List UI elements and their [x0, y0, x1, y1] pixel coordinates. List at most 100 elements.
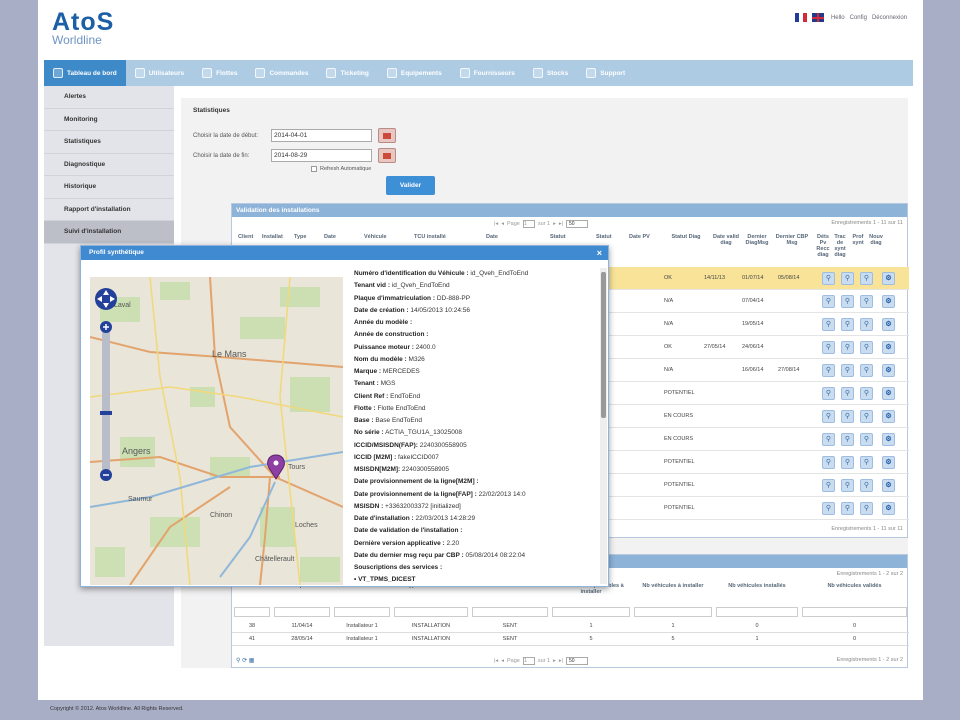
calendar-icon[interactable]	[378, 128, 396, 143]
uk-flag-icon[interactable]	[811, 13, 824, 22]
detail-search-icon[interactable]: ⚲	[822, 341, 835, 354]
trace-search-icon[interactable]: ⚲	[841, 295, 854, 308]
table-icon[interactable]: ▦	[249, 658, 255, 664]
start-date-input[interactable]: 2014-04-01	[271, 129, 372, 142]
first-page-icon[interactable]: |◂	[494, 221, 498, 227]
detail-search-icon[interactable]: ⚲	[822, 318, 835, 331]
trace-search-icon[interactable]: ⚲	[841, 433, 854, 446]
nav-item-tableau-de-bord[interactable]: Tableau de bord	[44, 60, 126, 86]
column-header[interactable]: Statut Diag	[669, 234, 703, 240]
column-header[interactable]: Date	[486, 234, 498, 240]
atos-worldline-logo[interactable]: AtoS Worldline	[52, 10, 114, 47]
detail-search-icon[interactable]: ⚲	[822, 433, 835, 446]
profile-search-icon[interactable]: ⚲	[860, 341, 873, 354]
rows-per-page-select[interactable]: 50	[566, 657, 589, 665]
new-diag-gear-icon[interactable]: ⚙	[882, 502, 895, 515]
column-header[interactable]: Statut	[596, 234, 612, 240]
column-header[interactable]: TCU installé	[414, 234, 446, 240]
column-header[interactable]: Dernier DiagMsg	[740, 234, 774, 246]
rows-per-page-select[interactable]: 50	[566, 220, 589, 228]
nav-item-fournisseurs[interactable]: Fournisseurs	[451, 60, 524, 86]
new-diag-gear-icon[interactable]: ⚙	[882, 364, 895, 377]
new-diag-gear-icon[interactable]: ⚙	[882, 318, 895, 331]
column-header[interactable]: Installat	[262, 234, 283, 240]
trace-search-icon[interactable]: ⚲	[841, 272, 854, 285]
filter-input[interactable]	[394, 607, 468, 617]
nav-item-stocks[interactable]: Stocks	[524, 60, 577, 86]
column-header[interactable]: Déts Pv Recc diag	[815, 234, 831, 258]
profile-search-icon[interactable]: ⚲	[860, 272, 873, 285]
column-header[interactable]: Nb véhicules validés	[800, 583, 909, 589]
trace-search-icon[interactable]: ⚲	[841, 387, 854, 400]
column-header[interactable]: Type	[294, 234, 306, 240]
new-diag-gear-icon[interactable]: ⚙	[882, 341, 895, 354]
filter-input[interactable]	[634, 607, 712, 617]
nav-item-flottes[interactable]: Flottes	[193, 60, 246, 86]
trace-search-icon[interactable]: ⚲	[841, 456, 854, 469]
detail-search-icon[interactable]: ⚲	[822, 364, 835, 377]
nav-item-equipements[interactable]: Equipements	[378, 60, 451, 86]
detail-search-icon[interactable]: ⚲	[822, 410, 835, 423]
profile-search-icon[interactable]: ⚲	[860, 479, 873, 492]
sidebar-item[interactable]: Alertes	[44, 86, 174, 109]
detail-search-icon[interactable]: ⚲	[822, 272, 835, 285]
last-page-icon[interactable]: ▸|	[559, 658, 563, 664]
table-row[interactable]: 41 28/05/14 Installateur 1 INSTALLATION SENT…	[232, 633, 909, 646]
detail-search-icon[interactable]: ⚲	[822, 456, 835, 469]
profile-search-icon[interactable]: ⚲	[860, 318, 873, 331]
sidebar-item[interactable]: Rapport d'installation	[44, 199, 174, 221]
prev-page-icon[interactable]: ◂	[501, 221, 504, 227]
french-flag-icon[interactable]	[794, 13, 807, 22]
column-header[interactable]: Client	[238, 234, 253, 240]
trace-search-icon[interactable]: ⚲	[841, 341, 854, 354]
profile-search-icon[interactable]: ⚲	[860, 433, 873, 446]
filter-input[interactable]	[472, 607, 548, 617]
profile-search-icon[interactable]: ⚲	[860, 387, 873, 400]
new-diag-gear-icon[interactable]: ⚙	[882, 272, 895, 285]
column-header[interactable]: Trac de synt diag	[832, 234, 848, 258]
sidebar-item[interactable]: Statistiques	[44, 131, 174, 154]
next-page-icon[interactable]: ▸	[553, 221, 556, 227]
column-header[interactable]: Nb véhicules à installer	[632, 583, 714, 589]
filter-input[interactable]	[552, 607, 630, 617]
nav-item-utilisateurs[interactable]: Utilisateurs	[126, 60, 193, 86]
nav-item-ticketing[interactable]: Ticketing	[317, 60, 377, 86]
new-diag-gear-icon[interactable]: ⚙	[882, 479, 895, 492]
logout-link[interactable]: Déconnexion	[872, 15, 907, 21]
column-header[interactable]: Dernier CBP Msg	[775, 234, 809, 246]
page-input[interactable]: 1	[522, 220, 535, 228]
page-input[interactable]: 1	[522, 657, 535, 665]
sidebar-item[interactable]: Diagnostique	[44, 154, 174, 176]
auto-refresh-checkbox[interactable]	[311, 166, 317, 172]
filter-input[interactable]	[716, 607, 798, 617]
table-row[interactable]: 38 11/04/14 Installateur 1 INSTALLATION SENT…	[232, 620, 909, 633]
trace-search-icon[interactable]: ⚲	[841, 410, 854, 423]
refresh-icon[interactable]: ⟳	[242, 658, 247, 664]
profile-search-icon[interactable]: ⚲	[860, 295, 873, 308]
detail-search-icon[interactable]: ⚲	[822, 295, 835, 308]
first-page-icon[interactable]: |◂	[494, 658, 498, 664]
trace-search-icon[interactable]: ⚲	[841, 479, 854, 492]
profile-search-icon[interactable]: ⚲	[860, 502, 873, 515]
profile-search-icon[interactable]: ⚲	[860, 456, 873, 469]
column-header[interactable]: Date	[324, 234, 336, 240]
column-header[interactable]: Statut	[550, 234, 566, 240]
new-diag-gear-icon[interactable]: ⚙	[882, 456, 895, 469]
nav-item-support[interactable]: Support	[577, 60, 634, 86]
column-header[interactable]: Nb véhicules installés	[714, 583, 800, 589]
filter-input[interactable]	[802, 607, 907, 617]
sidebar-item[interactable]: Suivi d'installation	[44, 221, 174, 244]
detail-search-icon[interactable]: ⚲	[822, 479, 835, 492]
new-diag-gear-icon[interactable]: ⚙	[882, 410, 895, 423]
validate-button[interactable]: Valider	[386, 176, 435, 195]
prev-page-icon[interactable]: ◂	[501, 658, 504, 664]
filter-input[interactable]	[334, 607, 390, 617]
column-header[interactable]: Prof synt	[850, 234, 866, 246]
config-link[interactable]: Config	[850, 15, 867, 21]
new-diag-gear-icon[interactable]: ⚙	[882, 295, 895, 308]
calendar-icon[interactable]	[378, 148, 396, 163]
map-view[interactable]: Le Mans Angers Saumur Châtellerault Lava…	[90, 277, 343, 585]
column-header[interactable]: Date valid diag	[709, 234, 743, 246]
search-icon[interactable]: ⚲	[236, 658, 240, 664]
trace-search-icon[interactable]: ⚲	[841, 364, 854, 377]
